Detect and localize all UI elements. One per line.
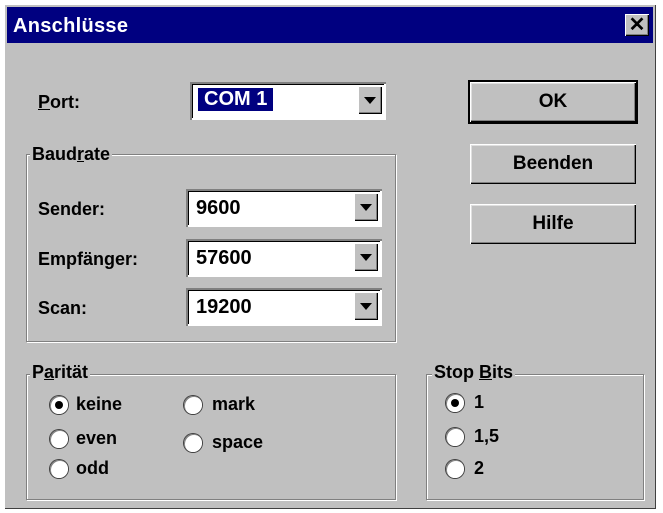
window-title: Anschlüsse: [13, 15, 129, 37]
ok-button[interactable]: OK: [468, 80, 638, 124]
parity-keine-label: keine: [76, 394, 123, 414]
parity-odd-radio[interactable]: [50, 460, 68, 478]
parity-legend: Parität: [30, 362, 91, 383]
sender-label: Sender:: [38, 199, 106, 219]
help-button[interactable]: Hilfe: [470, 204, 636, 244]
receiver-value: 57600: [196, 247, 252, 269]
parity-space-label: space: [212, 432, 264, 452]
baudrate-legend: Baudrate: [30, 144, 113, 165]
connections-dialog: Anschlüsse ✕ Port: COM 1 Baudrate Sender…: [4, 4, 656, 509]
parity-mark-label: mark: [212, 394, 256, 414]
scan-value: 19200: [196, 296, 252, 318]
sender-select[interactable]: 9600: [186, 189, 382, 227]
stopbits-2-radio[interactable]: [446, 460, 464, 478]
stopbits-1-radio[interactable]: [446, 394, 464, 412]
quit-button[interactable]: Beenden: [470, 144, 636, 184]
stopbits-1-5-radio[interactable]: [446, 428, 464, 446]
scan-label: Scan:: [38, 298, 88, 318]
parity-even-radio[interactable]: [50, 430, 68, 448]
sender-value: 9600: [196, 197, 241, 219]
chevron-down-icon[interactable]: [354, 292, 378, 320]
parity-mark-radio[interactable]: [184, 396, 202, 414]
parity-odd-label: odd: [76, 458, 109, 478]
chevron-down-icon[interactable]: [354, 243, 378, 271]
parity-keine-radio[interactable]: [50, 396, 68, 414]
receiver-label: Empfänger:: [38, 249, 139, 269]
stopbits-2-label: 2: [474, 458, 485, 478]
stopbits-1-5-label: 1,5: [474, 426, 500, 446]
scan-select[interactable]: 19200: [186, 288, 382, 326]
stopbits-legend: Stop Bits: [432, 362, 516, 383]
parity-even-label: even: [76, 428, 118, 448]
chevron-down-icon[interactable]: [358, 86, 382, 114]
title-bar[interactable]: Anschlüsse ✕: [7, 7, 653, 43]
stopbits-1-label: 1: [474, 392, 485, 412]
receiver-select[interactable]: 57600: [186, 239, 382, 277]
parity-space-radio[interactable]: [184, 434, 202, 452]
port-value: COM 1: [198, 88, 274, 111]
port-label: Port:: [38, 92, 81, 112]
close-icon[interactable]: ✕: [625, 14, 649, 36]
chevron-down-icon[interactable]: [354, 193, 378, 221]
port-select[interactable]: COM 1: [190, 82, 386, 120]
